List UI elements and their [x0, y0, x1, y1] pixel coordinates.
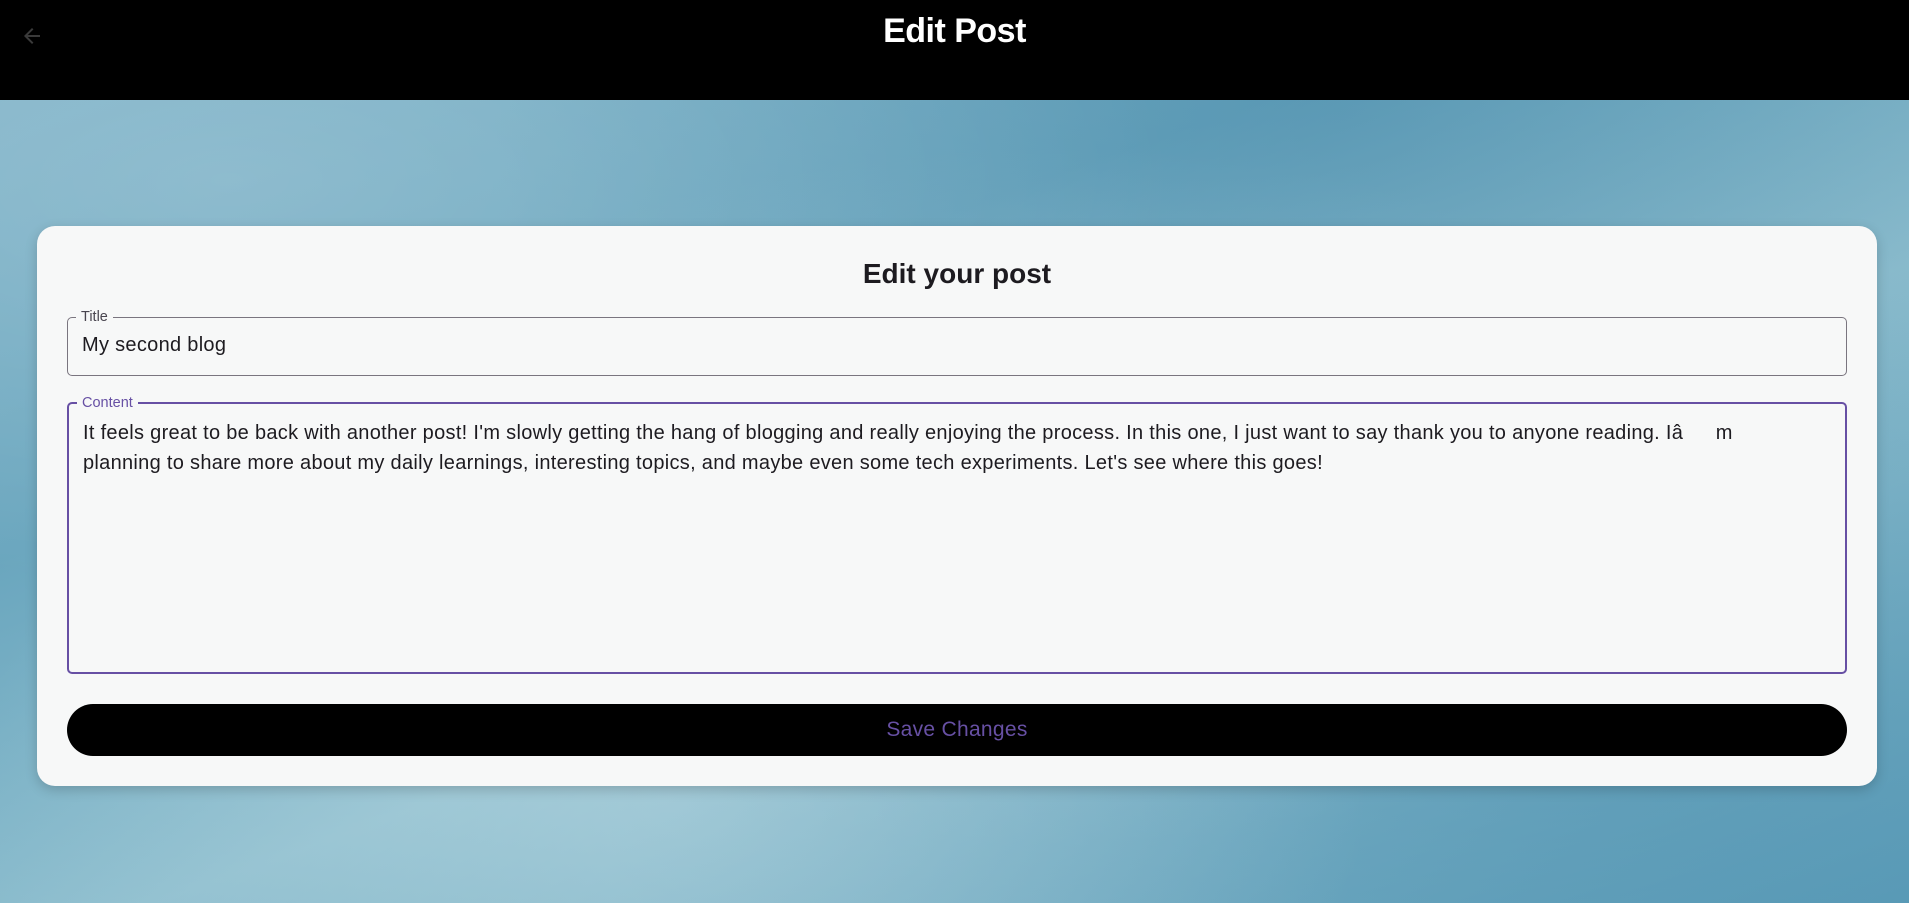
- title-field-label: Title: [81, 309, 108, 325]
- content-textarea[interactable]: It feels great to be back with another p…: [83, 418, 1831, 478]
- title-field[interactable]: Title My second blog: [67, 310, 1847, 376]
- content-field[interactable]: Content It feels great to be back with a…: [67, 396, 1847, 674]
- save-changes-button[interactable]: Save Changes: [67, 704, 1847, 756]
- page-title: Edit Post: [883, 12, 1026, 50]
- edit-post-card: Edit your post Title My second blog Cont…: [37, 226, 1877, 786]
- app-bar: Edit Post: [0, 0, 1909, 100]
- title-input[interactable]: My second blog: [82, 334, 1832, 357]
- content-field-label: Content: [82, 395, 133, 411]
- form-heading: Edit your post: [862, 258, 1052, 289]
